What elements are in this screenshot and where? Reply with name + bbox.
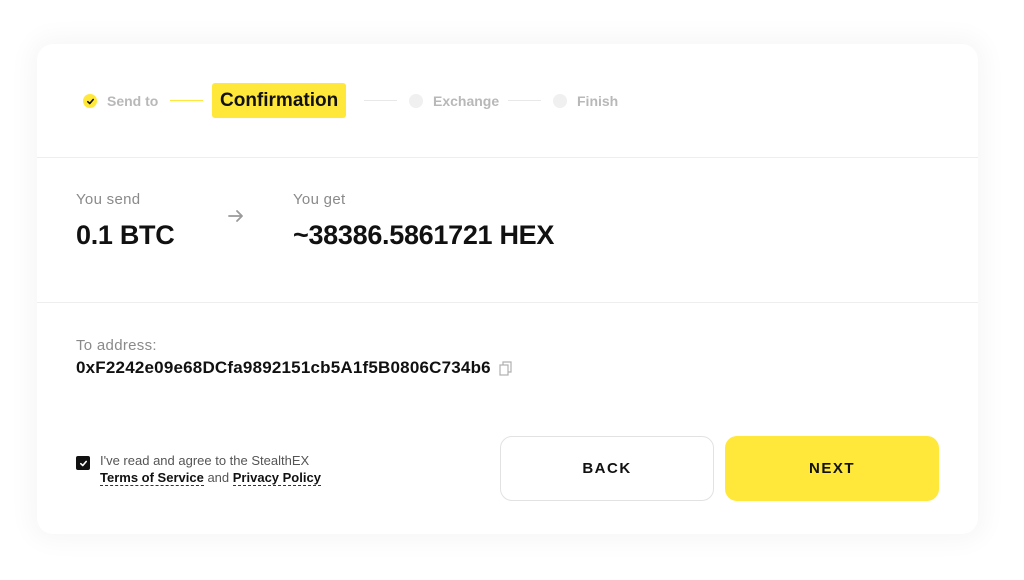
agree-checkbox[interactable] [76, 456, 90, 470]
send-block: You send 0.1 BTC [76, 191, 175, 251]
back-button[interactable]: BACK [500, 436, 714, 501]
check-icon [83, 94, 97, 108]
step-finish: Finish [553, 44, 618, 158]
agree-text: I've read and agree to the StealthEX Ter… [100, 452, 321, 486]
privacy-policy-link[interactable]: Privacy Policy [232, 470, 321, 486]
step-send-to: Send to [83, 44, 158, 158]
exchange-summary: You send 0.1 BTC You get ~38386.5861721 … [37, 158, 978, 303]
agree-conjunction: and [207, 470, 230, 485]
get-amount: ~38386.5861721 HEX [293, 220, 555, 250]
arrow-right-icon [228, 210, 243, 222]
exchange-confirmation-card: Send to Confirmation Exchange Finish You… [37, 44, 978, 534]
get-label: You get [293, 191, 346, 208]
step-label: Finish [577, 93, 619, 109]
send-label: You send [76, 191, 141, 208]
send-amount: 0.1 BTC [76, 220, 175, 250]
next-button[interactable]: NEXT [725, 436, 939, 501]
progress-stepper: Send to Confirmation Exchange Finish [37, 44, 978, 158]
step-dot-icon [409, 94, 423, 108]
address-block: To address: 0xF2242e09e68DCfa9892151cb5A… [76, 337, 513, 378]
step-connector [364, 100, 397, 101]
step-exchange: Exchange [409, 44, 499, 158]
terms-of-service-link[interactable]: Terms of Service [100, 470, 204, 486]
step-label: Exchange [433, 93, 500, 109]
get-block: You get ~38386.5861721 HEX [293, 191, 554, 251]
recipient-address: 0xF2242e09e68DCfa9892151cb5A1f5B0806C734… [76, 358, 491, 377]
agree-prefix: I've read and agree to the StealthEX [100, 453, 310, 468]
step-connector [170, 100, 203, 101]
step-dot-icon [553, 94, 567, 108]
address-row: 0xF2242e09e68DCfa9892151cb5A1f5B0806C734… [76, 358, 513, 378]
step-label: Send to [107, 93, 159, 109]
copy-icon[interactable] [499, 360, 513, 376]
address-label: To address: [76, 337, 157, 354]
checkmark-icon [79, 460, 87, 466]
step-connector [508, 100, 541, 101]
terms-agreement: I've read and agree to the StealthEX Ter… [76, 452, 321, 486]
step-confirmation: Confirmation [212, 83, 347, 118]
